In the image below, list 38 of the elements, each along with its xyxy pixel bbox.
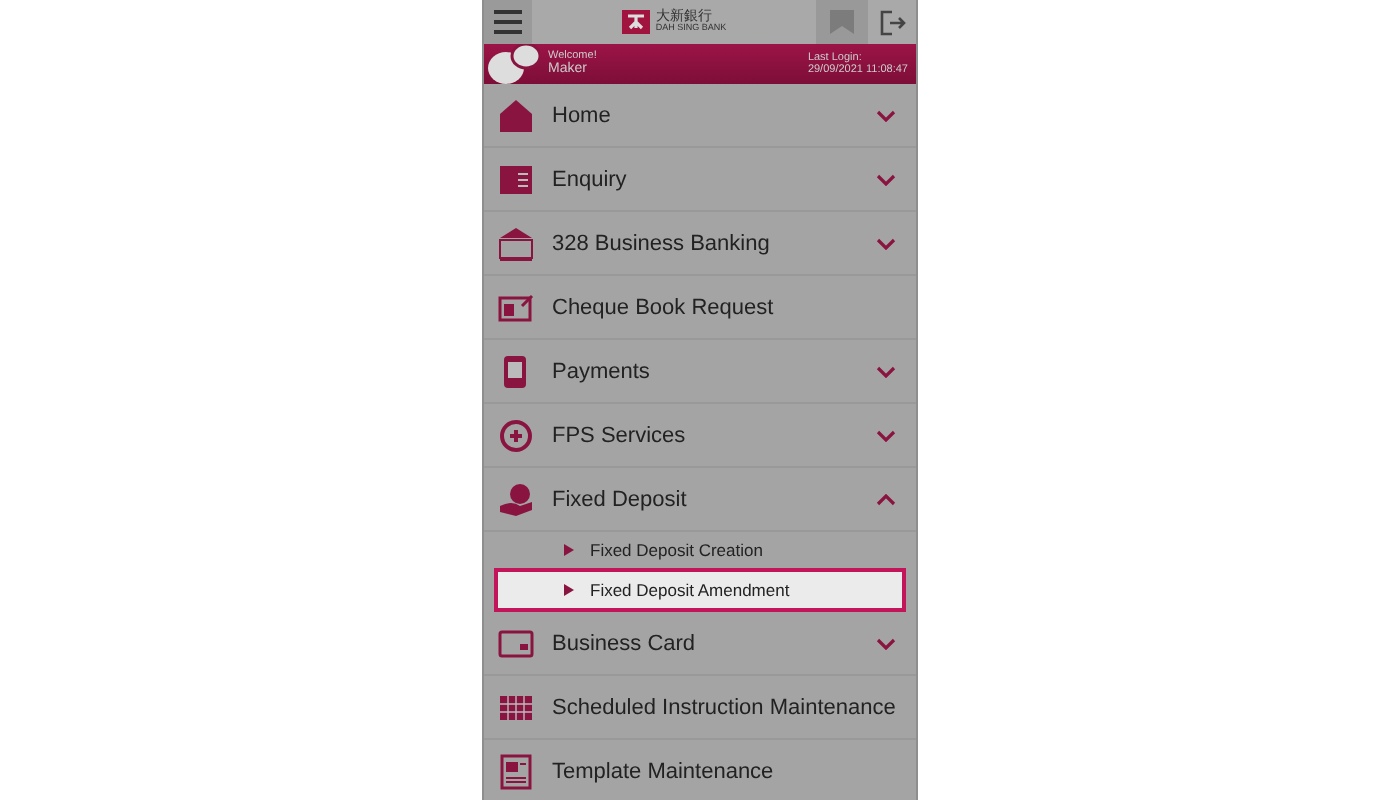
logout-icon (879, 9, 905, 35)
cheque-icon (498, 289, 534, 325)
chat-bubbles-icon (488, 44, 540, 84)
menu-item[interactable]: FPS Services (484, 404, 916, 468)
submenu-item-label: Fixed Deposit Amendment (590, 580, 790, 600)
submenu-item-label: Fixed Deposit Creation (590, 540, 763, 560)
menu-item[interactable]: 328 Business Banking (484, 212, 916, 276)
bank-logo-icon (621, 10, 650, 34)
submenu-item[interactable]: Fixed Deposit Amendment (494, 568, 906, 612)
menu-icon (494, 10, 522, 34)
triangle-bullet-icon (564, 544, 574, 556)
menu-item-label: FPS Services (552, 423, 688, 447)
menu-item-label: Business Card (552, 631, 698, 655)
bank-icon (498, 225, 534, 261)
menu-item-label: 328 Business Banking (552, 231, 772, 255)
menu-item-label: Home (552, 103, 613, 127)
menu-item-label: Cheque Book Request (552, 295, 776, 319)
menu-item-label: Enquiry (552, 167, 629, 191)
flag-icon (830, 10, 854, 34)
menu-item[interactable]: Scheduled Instruction Maintenance (484, 676, 916, 740)
menu-item-label: Scheduled Instruction Maintenance (552, 695, 896, 719)
triangle-bullet-icon (564, 584, 574, 596)
menu-item[interactable]: Business Card (484, 612, 916, 676)
menu-item[interactable]: Template Maintenance (484, 740, 916, 800)
menu-item[interactable]: Cheque Book Request (484, 276, 916, 340)
home-icon (498, 97, 534, 133)
menu-item-label: Fixed Deposit (552, 487, 689, 511)
submenu-item[interactable]: Fixed Deposit Creation (494, 532, 906, 568)
menu-item-label: Payments (552, 359, 652, 383)
menu-button[interactable] (484, 0, 532, 44)
menu-item[interactable]: Home (484, 84, 916, 148)
menu-item[interactable]: Payments (484, 340, 916, 404)
menu-item[interactable]: Fixed Deposit (484, 468, 916, 532)
menu-item-label: Template Maintenance (552, 759, 776, 783)
card-icon (498, 625, 534, 661)
enquiry-icon (498, 161, 534, 197)
menu-item[interactable]: Enquiry (484, 148, 916, 212)
template-icon (498, 753, 534, 789)
